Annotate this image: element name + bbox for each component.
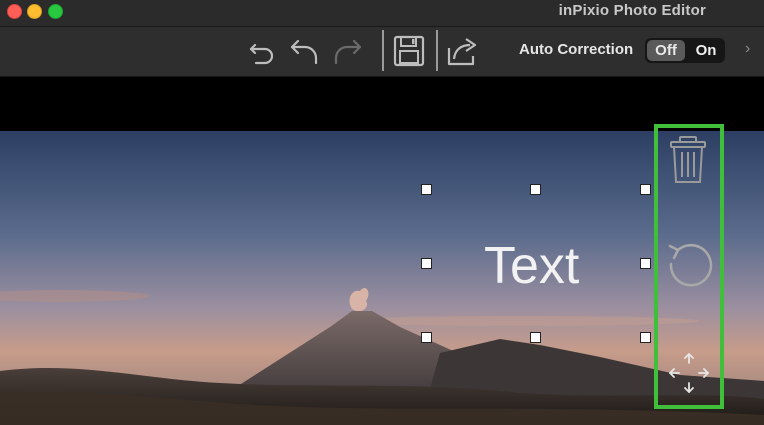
text-object[interactable]: Text	[484, 236, 579, 296]
move-icon[interactable]	[666, 350, 712, 396]
rotate-icon[interactable]	[664, 240, 714, 290]
toolbar: Auto Correction Off On ›	[0, 27, 764, 77]
resize-handle[interactable]	[640, 258, 651, 269]
resize-handle[interactable]	[640, 332, 651, 343]
close-window-button[interactable]	[7, 4, 22, 19]
photo-canvas[interactable]	[0, 131, 764, 425]
resize-handle[interactable]	[640, 184, 651, 195]
toggle-on-option[interactable]: On	[687, 38, 725, 63]
landscape-photo	[0, 131, 764, 425]
toolbar-separator	[382, 30, 384, 71]
window-title: inPixio Photo Editor	[558, 2, 706, 19]
undo-icon[interactable]	[245, 34, 279, 68]
toggle-off-option[interactable]: Off	[647, 40, 685, 61]
auto-correction-label: Auto Correction	[519, 41, 634, 58]
minimize-window-button[interactable]	[27, 4, 42, 19]
share-icon[interactable]	[445, 34, 479, 68]
resize-handle[interactable]	[421, 184, 432, 195]
redo-icon[interactable]	[331, 34, 365, 68]
resize-handle[interactable]	[530, 184, 541, 195]
auto-correction-toggle[interactable]: Off On	[645, 38, 725, 63]
title-bar: inPixio Photo Editor	[0, 0, 764, 27]
trash-icon[interactable]	[666, 134, 710, 186]
undo-step-icon[interactable]	[287, 34, 321, 68]
zoom-window-button[interactable]	[48, 4, 63, 19]
resize-handle[interactable]	[421, 332, 432, 343]
chevron-right-icon[interactable]: ›	[745, 40, 750, 58]
resize-handle[interactable]	[530, 332, 541, 343]
toolbar-separator	[436, 30, 438, 71]
save-icon[interactable]	[392, 34, 426, 68]
resize-handle[interactable]	[421, 258, 432, 269]
